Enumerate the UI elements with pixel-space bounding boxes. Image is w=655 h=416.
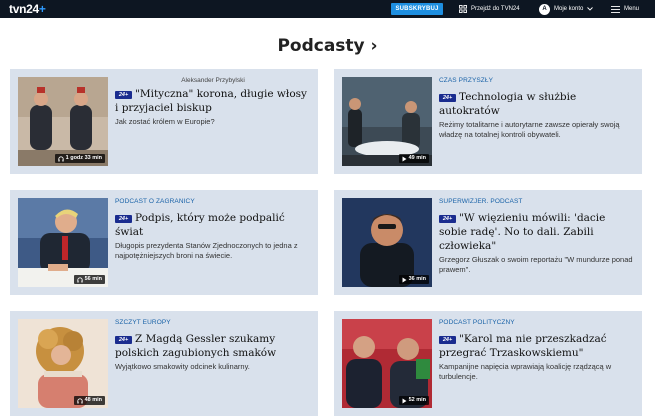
tvn24-plus-badge: 24+ [439,215,456,223]
podcast-description: Wyjątkowo smakowity odcinek kulinarny. [115,362,250,371]
goto-label: Przejdź do TVN24 [471,6,520,12]
subscribe-button[interactable]: SUBSKRYBUJ [391,3,443,15]
chevron-down-icon [587,7,594,11]
headphones-icon [76,397,83,403]
goto-tvn24-link[interactable]: Przejdź do TVN24 [459,3,520,15]
podcast-description: Reżimy totalitarne i autorytarne zawsze … [439,120,620,139]
logo-plus: + [38,2,46,16]
podcast-card[interactable]: 52 min PODCAST POLITYCZNY 24+ "Karol ma n… [334,311,642,416]
duration-badge: 56 min [73,275,105,284]
duration-text: 36 min [408,276,426,282]
podcast-thumbnail[interactable]: 48 min [18,319,108,408]
headphones-icon [58,155,64,161]
headphones-icon [76,276,83,282]
podcast-image [342,319,432,408]
podcast-title-text: Z Magdą Gessler szukamy polskich zagubio… [115,333,277,359]
podcast-category[interactable]: CZAS PRZYSZŁY [439,77,635,84]
podcast-title-text: Technologia w służbie autokratów [439,91,577,117]
duration-badge: 1 godz 33 min [54,154,105,163]
tvn24-plus-badge: 24+ [115,91,132,99]
grid-icon [459,5,467,13]
podcast-thumbnail[interactable]: 49 min [342,77,432,166]
podcast-card[interactable]: 36 min SUPERWIZJER. PODCAST 24+ "W więzie… [334,190,642,295]
duration-text: 1 godz 33 min [65,155,102,161]
podcast-thumbnail[interactable]: 52 min [342,319,432,408]
podcast-image [18,198,108,287]
menu-button[interactable]: Menu [611,3,639,15]
podcast-category[interactable]: SZCZYT EUROPY [115,319,311,326]
tvn24-plus-badge: 24+ [439,336,456,344]
play-icon [402,156,407,161]
podcast-title-text: "W więzieniu mówili: 'dacie sobie radę'.… [439,212,606,252]
podcast-title[interactable]: 24+ "Karol ma nie przeszkadzać przegrać T… [439,332,635,360]
podcast-card[interactable]: 48 min SZCZYT EUROPY 24+ Z Magdą Gessler … [10,311,318,416]
podcast-image [342,77,432,166]
menu-label: Menu [624,6,640,12]
duration-badge: 52 min [398,396,429,405]
play-icon [402,398,407,403]
podcast-description: Grzegorz Głuszak o swoim reportażu "W mu… [439,255,633,274]
podcast-card[interactable]: 1 godz 33 min Aleksander Przybylski 24+ "… [10,69,318,174]
page-title[interactable]: Podcasty › [0,36,655,56]
podcast-category[interactable]: SUPERWIZJER. PODCAST [439,198,635,205]
podcast-category[interactable]: PODCAST POLITYCZNY [439,319,635,326]
podcast-title-text: Podpis, który może podpalić świat [115,212,285,238]
podcast-thumbnail[interactable]: 1 godz 33 min [18,77,108,166]
podcast-image [18,77,108,166]
tvn24-plus-badge: 24+ [115,336,132,344]
podcast-title[interactable]: 24+ "Mityczna" korona, długie włosy i prz… [115,87,311,115]
podcast-card[interactable]: 56 min PODCAST O ZAGRANICY 24+ Podpis, kt… [10,190,318,295]
avatar: A [539,3,550,15]
tvn24-plus-badge: 24+ [115,215,132,223]
duration-text: 49 min [408,155,426,161]
podcast-title-text: "Mityczna" korona, długie włosy i przyja… [115,88,307,114]
account-menu[interactable]: A Moje konto [539,2,594,16]
play-icon [402,277,407,282]
tvn24-plus-badge: 24+ [439,94,456,102]
podcast-title-text: "Karol ma nie przeszkadzać przegrać Trza… [439,333,607,359]
hamburger-icon [611,5,620,13]
podcast-thumbnail[interactable]: 56 min [18,198,108,287]
podcast-description: Kampanijne napięcia wprawiają koalicję r… [439,362,612,381]
podcast-image [342,198,432,287]
podcast-card[interactable]: 49 min CZAS PRZYSZŁY 24+ Technologia w sł… [334,69,642,174]
duration-badge: 49 min [398,154,429,163]
podcast-thumbnail[interactable]: 36 min [342,198,432,287]
tvn24-logo[interactable]: tvn24+ [9,2,46,16]
podcast-description: Długopis prezydenta Stanów Zjednoczonych… [115,241,298,260]
podcast-title[interactable]: 24+ Z Magdą Gessler szukamy polskich zagu… [115,332,311,360]
podcast-title[interactable]: 24+ Technologia w służbie autokratów [439,90,635,118]
logo-text: tvn24 [9,2,39,16]
duration-badge: 36 min [398,275,429,284]
podcast-title[interactable]: 24+ "W więzieniu mówili: 'dacie sobie rad… [439,211,635,253]
account-label: Moje konto [554,6,584,12]
top-navigation-bar: tvn24+ SUBSKRYBUJ Przejdź do TVN24 A Moj… [0,0,655,18]
duration-text: 56 min [84,276,102,282]
podcast-image [18,319,108,408]
podcast-category[interactable]: PODCAST O ZAGRANICY [115,198,311,205]
duration-text: 52 min [408,397,426,403]
podcast-author: Aleksander Przybylski [181,77,245,84]
podcast-description: Jak zostać królem w Europie? [115,117,215,126]
duration-text: 48 min [84,397,102,403]
duration-badge: 48 min [73,396,105,405]
podcast-title[interactable]: 24+ Podpis, który może podpalić świat [115,211,311,239]
